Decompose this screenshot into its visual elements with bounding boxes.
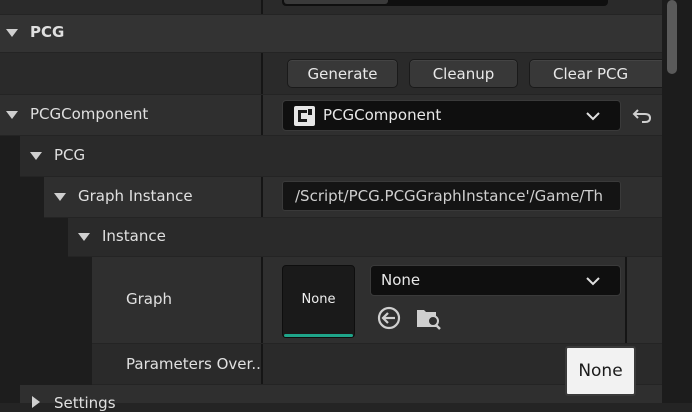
- indent-guide: [0, 136, 20, 403]
- reset-arrow-icon[interactable]: [632, 105, 652, 125]
- browse-folder-icon[interactable]: [414, 303, 442, 331]
- chevron-down-icon: [586, 112, 600, 121]
- pcg-sub-label: PCG: [54, 146, 86, 164]
- collapse-arrow-icon[interactable]: [6, 111, 18, 119]
- graph-asset-thumbnail[interactable]: None: [282, 265, 355, 338]
- column-divider: [261, 0, 263, 14]
- collapse-arrow-icon[interactable]: [6, 29, 18, 37]
- collapse-arrow-icon[interactable]: [30, 152, 42, 160]
- cleanup-button[interactable]: Cleanup: [409, 59, 518, 88]
- generate-button[interactable]: Generate: [287, 59, 398, 88]
- parameters-override-label: Parameters Over...: [126, 355, 260, 373]
- pcg-component-combo[interactable]: PCGComponent: [282, 100, 621, 131]
- instance-label: Instance: [102, 227, 166, 245]
- category-title: PCG: [30, 23, 65, 41]
- column-divider: [625, 257, 627, 343]
- column-divider: [261, 53, 263, 94]
- chevron-down-icon: [586, 277, 600, 286]
- column-divider: [261, 344, 263, 384]
- use-selected-arrow-icon[interactable]: [376, 305, 402, 331]
- thumbnail-underline: [284, 334, 353, 337]
- graph-instance-path[interactable]: /Script/PCG.PCGGraphInstance'/Game/Th: [282, 181, 621, 211]
- settings-label: Settings: [54, 394, 116, 412]
- thumbnail-label: None: [301, 292, 336, 307]
- column-divider: [261, 177, 263, 217]
- component-icon: [294, 106, 315, 126]
- indent-guide: [44, 218, 68, 403]
- scrollbar-thumb[interactable]: [667, 0, 677, 74]
- graph-asset-combo[interactable]: None: [370, 265, 621, 296]
- graph-label: Graph: [126, 290, 173, 308]
- graph-combo-value: None: [381, 271, 421, 289]
- pcg-component-label: PCGComponent: [30, 105, 149, 123]
- clear-pcg-button[interactable]: Clear PCG: [529, 59, 662, 88]
- none-tooltip-button[interactable]: None: [565, 346, 636, 396]
- indent-guide: [68, 257, 92, 403]
- collapse-arrow-icon[interactable]: [78, 233, 90, 241]
- category-pcg[interactable]: PCG: [0, 15, 662, 52]
- prev-field-fill: [284, 0, 388, 4]
- pcg-component-value: PCGComponent: [323, 106, 442, 124]
- pcg-sub-row: [20, 136, 662, 176]
- collapse-arrow-icon[interactable]: [54, 193, 66, 201]
- expand-arrow-icon[interactable]: [32, 396, 40, 408]
- column-divider: [261, 257, 263, 343]
- column-divider: [261, 95, 263, 135]
- graph-instance-label: Graph Instance: [78, 187, 193, 205]
- indent-guide: [20, 177, 44, 403]
